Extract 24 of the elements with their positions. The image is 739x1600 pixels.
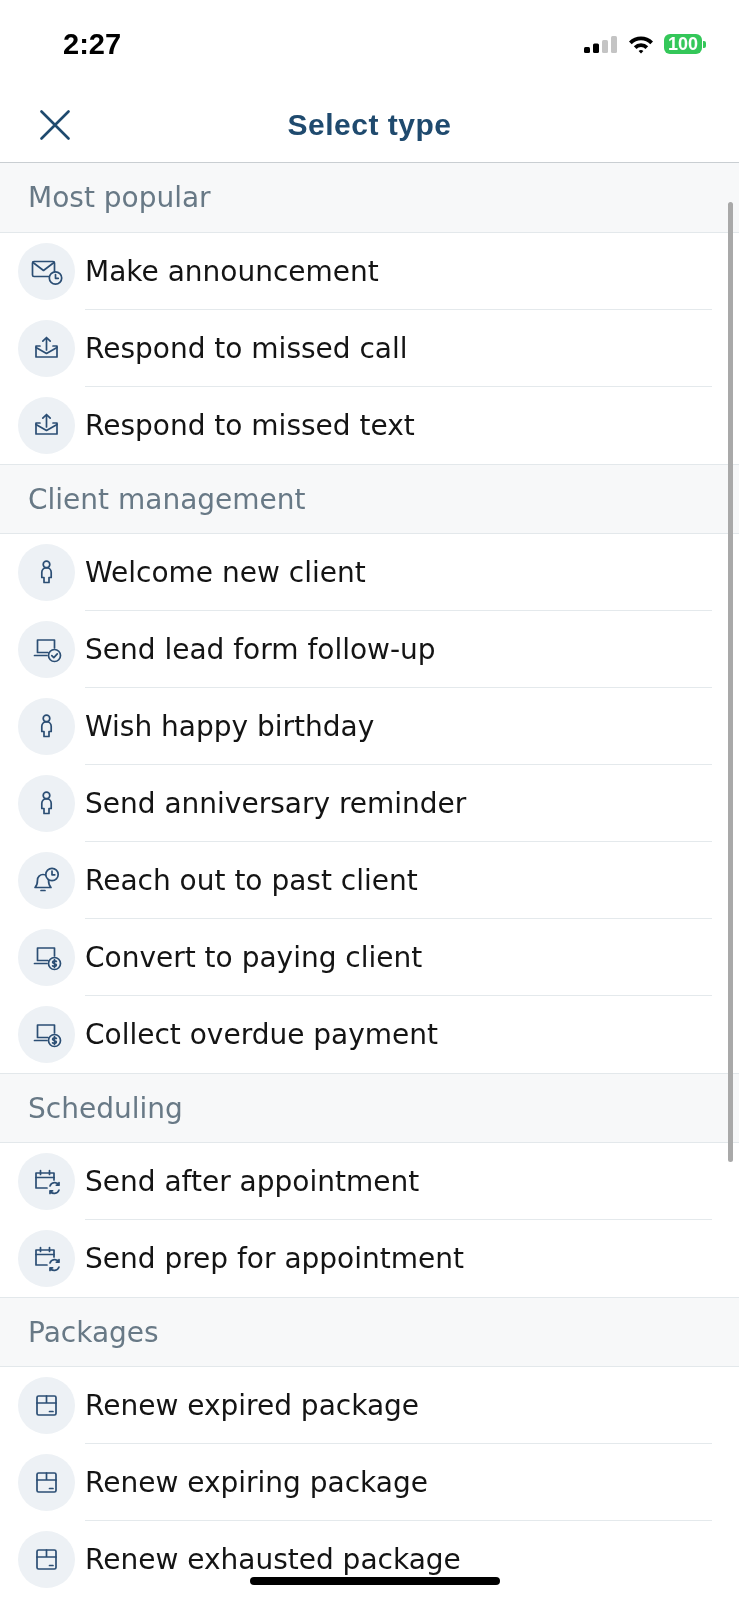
close-icon (40, 110, 70, 140)
section-header: Packages (0, 1297, 739, 1367)
person-icon (18, 544, 75, 601)
section-header: Scheduling (0, 1073, 739, 1143)
calendar-refresh-icon (18, 1230, 75, 1287)
box-icon (18, 1531, 75, 1588)
screen-title: Select type (287, 108, 452, 142)
envelope-clock-icon (18, 243, 75, 300)
close-button[interactable] (40, 110, 70, 140)
person-icon (18, 698, 75, 755)
bell-clock-icon (18, 852, 75, 909)
calendar-refresh-icon (18, 1153, 75, 1210)
wifi-icon (627, 34, 654, 54)
monitor-dollar-icon (18, 929, 75, 986)
monitor-dollar-icon (18, 1006, 75, 1063)
box-icon (18, 1454, 75, 1511)
person-icon (18, 775, 75, 832)
signal-icon (583, 35, 618, 53)
monitor-check-icon (18, 621, 75, 678)
status-time: 2:27 (63, 27, 122, 61)
section-header: Client management (0, 464, 739, 534)
box-icon (18, 1377, 75, 1434)
battery-indicator: 100 (663, 34, 706, 54)
section-header: Most popular (0, 163, 739, 233)
